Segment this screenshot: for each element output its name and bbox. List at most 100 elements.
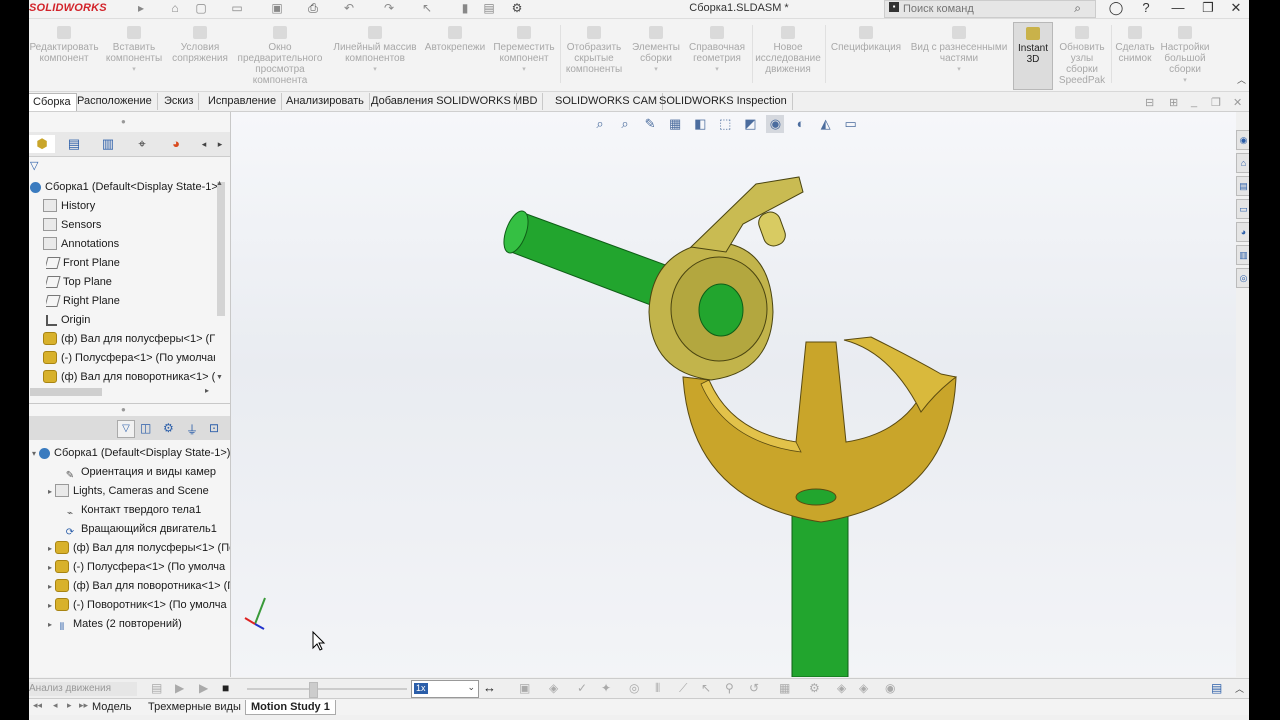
take-snapshot-button[interactable]: Сделать снимок	[1113, 22, 1157, 88]
simulation-icon[interactable]: ◈	[837, 681, 846, 695]
assembly-features-button[interactable]: Элементы сборки ▾	[629, 22, 683, 88]
search-icon[interactable]: ⌕	[1074, 1, 1081, 16]
feature-tree-scrollbar[interactable]	[217, 182, 225, 316]
linear-component-pattern-button[interactable]: Линейный массив компонентов ▾	[329, 22, 421, 88]
tree-item-top-plane[interactable]: Top Plane	[46, 273, 226, 291]
component-preview-window-button[interactable]: Окно предварительного просмотра компонен…	[235, 22, 325, 88]
play-from-start-icon[interactable]: ▶	[175, 681, 184, 695]
menu-expand-icon[interactable]: ▸	[133, 1, 149, 16]
search-scope-icon[interactable]: ▪	[889, 2, 899, 12]
large-assembly-settings-button[interactable]: Настройки большой сборки ▾	[1159, 22, 1211, 88]
tree-item-origin[interactable]: Origin	[46, 311, 226, 329]
bill-of-materials-button[interactable]: Спецификация	[829, 22, 903, 88]
tab-3d-views[interactable]: Трехмерные виды	[143, 700, 246, 714]
motion-item-component[interactable]: ▸ (ф) Вал для поворотника<1> (П	[45, 577, 230, 595]
display-manager-tab-icon[interactable]: ◕	[163, 135, 189, 153]
filter-selected-icon[interactable]: ⚙	[163, 421, 174, 435]
user-account-icon[interactable]: ◯	[1107, 0, 1125, 16]
tree-item-right-plane[interactable]: Right Plane	[46, 292, 226, 310]
tab-assembly[interactable]: Сборка	[29, 93, 77, 111]
restore-icon[interactable]: ❐	[1199, 0, 1217, 16]
update-speedpak-button[interactable]: Обновить узлы сборки SpeedPak	[1055, 22, 1109, 88]
feature-manager-tab-icon[interactable]: ⬢	[29, 135, 55, 153]
tab-solidworks-inspection[interactable]: SOLIDWORKS Inspection	[654, 93, 793, 110]
options-gear-icon[interactable]: ⚙	[509, 1, 525, 16]
smart-fasteners-button[interactable]: Автокрепежи	[423, 22, 487, 88]
tree-root-assembly[interactable]: Сборка1 (Default<Display State-1>)	[30, 178, 220, 196]
reference-geometry-button[interactable]: Справочная геометрия ▾	[685, 22, 749, 88]
close-icon[interactable]: ✕	[1227, 0, 1245, 16]
tab-evaluate-fix[interactable]: Исправление	[203, 93, 283, 110]
doc-close-icon[interactable]: ✕	[1233, 96, 1242, 109]
tabs-scroll-right-icon[interactable]: ▸	[213, 135, 227, 153]
motion-item-lights[interactable]: ▸ Lights, Cameras and Scene	[45, 482, 230, 500]
motion-item-mates[interactable]: ▸ ⫴ Mates (2 повторений)	[45, 615, 230, 633]
tab-analyze[interactable]: Анализировать	[281, 93, 370, 110]
horizontal-scrollbar[interactable]	[30, 388, 102, 396]
study-properties-icon[interactable]: ⚙	[809, 681, 820, 695]
tab-solidworks-cam[interactable]: SOLIDWORKS CAM	[550, 93, 664, 110]
redo-icon[interactable]: ↷	[381, 1, 397, 16]
tree-item-component[interactable]: (ф) Вал для полусферы<1> (По	[43, 330, 215, 348]
print-icon[interactable]: ⎙	[305, 1, 321, 16]
show-hidden-components-button[interactable]: Отобразить скрытые компоненты	[563, 22, 625, 88]
filter-driving-icon[interactable]: ◫	[140, 421, 151, 435]
doc-tile-icon[interactable]: ⊟	[1145, 96, 1154, 109]
collapse-arrow-icon[interactable]: ▾	[29, 445, 39, 462]
force-icon[interactable]: ↖	[701, 681, 711, 695]
custom-properties-icon[interactable]: ▥	[1236, 245, 1249, 265]
tab-nav-prev-icon[interactable]: ◂	[53, 700, 58, 711]
autokey-icon[interactable]: ✓	[577, 681, 587, 695]
playback-speed-select[interactable]: 1x ⌄	[411, 680, 479, 698]
expand-arrow-icon[interactable]: ▸	[45, 483, 55, 500]
filter-results-icon[interactable]: ⏚	[186, 421, 198, 438]
save-animation-icon[interactable]: ▣	[519, 681, 530, 695]
results-plots-icon[interactable]: ▦	[779, 681, 790, 695]
motion-item-component[interactable]: ▸ (-) Поворотник<1> (По умолча	[45, 596, 230, 614]
new-motion-study-button[interactable]: Новое исследование движения	[755, 22, 821, 88]
tab-solidworks-addins[interactable]: Добавления SOLIDWORKS	[366, 93, 517, 110]
property-manager-tab-icon[interactable]: ▤	[61, 135, 87, 153]
configuration-manager-tab-icon[interactable]: ▥	[95, 135, 121, 153]
tab-model[interactable]: Модель	[87, 700, 136, 714]
search-input[interactable]	[903, 2, 1063, 15]
doc-restore-icon[interactable]: ❐	[1211, 96, 1221, 109]
contact-icon[interactable]: ⚲	[725, 681, 734, 695]
command-search[interactable]: ▪ ⌕	[884, 0, 1096, 18]
minimize-icon[interactable]: —	[1169, 0, 1187, 16]
motion-tree-root[interactable]: ▾ Сборка1 (Default<Display State-1>)	[29, 444, 230, 462]
rotator-arm[interactable]	[689, 176, 804, 253]
expand-arrow-icon[interactable]: ▸	[45, 616, 55, 633]
mate-button[interactable]: Условия сопряжения	[169, 22, 231, 88]
autofit-icon[interactable]: ⊡	[209, 421, 219, 435]
design-library-icon[interactable]: ⌂	[1236, 153, 1249, 173]
tab-sketch[interactable]: Эскиз	[159, 93, 200, 110]
play-icon[interactable]: ▶	[199, 681, 208, 695]
scroll-down-icon[interactable]: ▼	[216, 374, 223, 381]
solidworks-resources-icon[interactable]: ◉	[1236, 130, 1249, 150]
motion-item-rotary-motor[interactable]: ⟳ Вращающийся двигатель1	[63, 520, 230, 538]
save-icon[interactable]: ▣	[269, 1, 285, 16]
expand-arrow-icon[interactable]: ▸	[45, 540, 55, 557]
expand-arrow-icon[interactable]: ▸	[45, 578, 55, 595]
expand-arrow-icon[interactable]: ▸	[45, 559, 55, 576]
filter-animation-icon[interactable]: ▽	[117, 420, 135, 438]
exploded-view-button[interactable]: Вид с разнесенными частями ▾	[907, 22, 1011, 88]
collapse-ribbon-icon[interactable]: ︿	[1237, 73, 1246, 86]
tree-item-component[interactable]: (-) Полусфера<1> (По умолчан	[43, 349, 215, 367]
calculate-icon[interactable]: ▤	[151, 681, 162, 695]
home-icon[interactable]: ⌂	[167, 1, 183, 16]
tab-nav-first-icon[interactable]: ◂◂	[33, 700, 42, 711]
filter-icon[interactable]: ▽	[30, 159, 38, 172]
stop-icon[interactable]: ■	[222, 681, 229, 695]
tree-item-history[interactable]: History	[43, 197, 223, 215]
undo-icon[interactable]: ↶	[341, 1, 357, 16]
expand-panel-icon[interactable]: ︿	[1235, 682, 1244, 695]
rebuild-icon[interactable]: ▮	[457, 1, 473, 16]
tree-item-sensors[interactable]: Sensors	[43, 216, 223, 234]
open-folder-icon[interactable]: ▭	[229, 1, 245, 16]
vertical-shaft[interactable]	[791, 511, 849, 677]
motion-item-component[interactable]: ▸ (-) Полусфера<1> (По умолча	[45, 558, 230, 576]
motion-analysis-icon[interactable]: ◈	[859, 681, 868, 695]
expand-arrow-icon[interactable]: ▸	[45, 597, 55, 614]
